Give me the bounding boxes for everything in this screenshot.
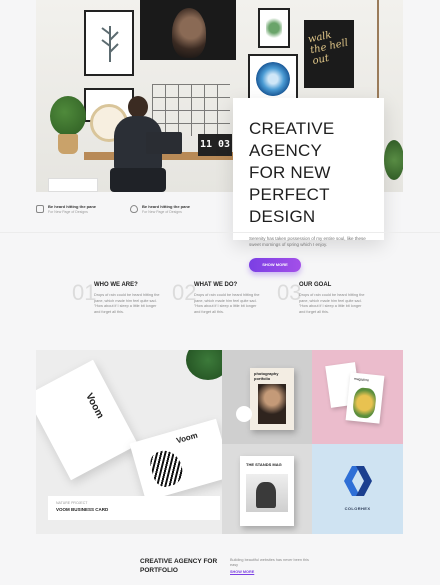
feature-title: Be heard hitting the pane [142,204,191,209]
bottom-text: Building beautiful websites has never be… [230,558,309,567]
hero-title: CREATIVE AGENCY FOR NEW PERFECT DESIGN [249,118,370,228]
watercolor-blob [256,62,290,96]
hero-description: Serenity has taken possession of my enti… [249,236,366,247]
palm-leaf [186,350,222,380]
stands-mag-title: THE STANDS MAG [246,462,282,467]
about-text: Drops of rain could be heard hitting the… [94,293,160,314]
feature-subtitle: For New Page of Designs [142,210,182,214]
business-card-front: Voom [36,359,139,481]
desk-clock: 11 03 [198,134,232,156]
book-title: photography portfolio [254,371,279,381]
drop-icon [130,205,138,213]
frame-poster: walk the hell out [304,20,354,88]
about-text: Drops of rain could be heard hitting the… [194,293,260,314]
magazine-text: magazine [353,376,370,383]
card-brand: Voom [83,391,106,421]
about-heading: WHO WE ARE? [94,282,138,288]
logo-caption: COLORHEX [344,506,371,511]
stands-magazine: THE STANDS MAG [240,456,294,526]
feature-strip: Be heard hitting the pane For New Page o… [36,204,226,218]
about-text: Drops of rain could be heard hitting the… [299,293,365,314]
about-number: 02 [172,280,197,305]
hero-title-line1: CREATIVE AGENCY [249,119,335,160]
leaf-icon [266,16,282,40]
bottom-title: CREATIVE AGENCY FOR PORTFOLIO [140,557,217,575]
about-number: 01 [72,280,97,305]
round-badge [236,406,252,422]
about-column: 01 WHO WE ARE? Drops of rain could be he… [72,280,159,322]
frame-portrait [140,0,236,60]
portfolio-photo-book[interactable]: photography portfolio [222,350,312,444]
hero-title-line2: FOR NEW PERFECT [249,163,331,204]
potted-plant [50,96,86,156]
feature-subtitle: For New Page of Designs [48,210,88,214]
poster-text: walk the hell out [307,29,350,68]
cube-icon [36,205,44,213]
rope [377,0,379,104]
portrait-face [172,8,206,58]
photo-book: photography portfolio [250,368,294,430]
portfolio-magazines[interactable]: magazine [312,350,403,444]
section-divider [0,232,440,233]
hero-card: CREATIVE AGENCY FOR NEW PERFECT DESIGN S… [233,98,384,272]
about-heading: WHAT WE DO? [194,282,238,288]
bottom-title-line1: CREATIVE AGENCY FOR [140,558,218,565]
hero-title-line3: DESIGN [249,207,316,226]
about-heading: OUR GOAL [299,282,332,288]
bottom-title-line2: PORTFOLIO [140,567,178,574]
magazine-front: magazine [345,372,385,424]
laptop-icon [146,132,182,154]
plant-print-icon [101,26,119,62]
about-column: 02 WHAT WE DO? Drops of rain could be he… [172,280,259,322]
portfolio-caption: NATURE PROJECT VOOM BUSINESS CARD [48,496,220,520]
frame-leaf [258,8,290,48]
show-more-button[interactable]: SHOW MORE [249,258,301,272]
right-plant [384,140,403,180]
portfolio-business-card[interactable]: Voom Voom NATURE PROJECT VOOM BUSINESS C… [36,350,222,534]
portfolio-stands-mag[interactable]: THE STANDS MAG [222,444,312,534]
caption-title: VOOM BUSINESS CARD [56,507,109,512]
feature-title: Be heard hitting the pane [48,204,97,209]
card-brand: Voom [175,430,199,446]
frame-watercolor [248,54,298,104]
shelf [48,178,98,192]
stands-mag-photo [246,474,288,512]
caption-category: NATURE PROJECT [56,501,88,505]
bottom-show-more-link[interactable]: SHOW MORE [230,570,254,574]
book-photo [258,384,286,424]
colorhex-logo-icon [344,466,372,496]
about-number: 03 [277,280,302,305]
about-column: 03 OUR GOAL Drops of rain could be heard… [277,280,364,322]
portfolio-colorhex[interactable]: COLORHEX [312,444,403,534]
wave-graphic [147,446,187,490]
business-card-back: Voom [129,418,222,502]
pineapple-icon [351,386,377,420]
frame-plant-print [84,10,134,76]
